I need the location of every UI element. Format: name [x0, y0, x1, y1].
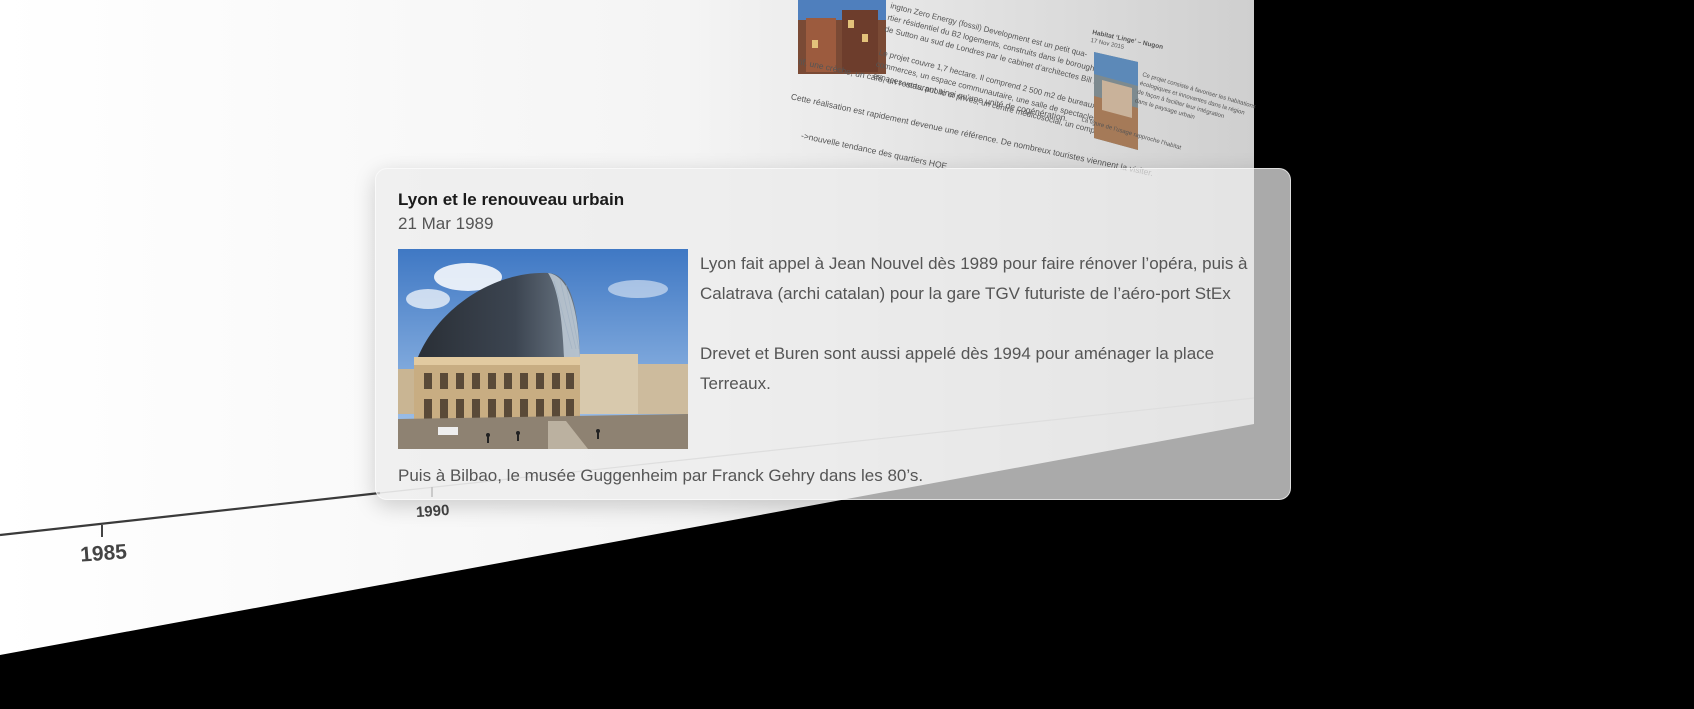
event-paragraph-1: Lyon fait appel à Jean Nouvel dès 1989 p… [700, 254, 1248, 303]
event-card[interactable]: Lyon et le renouveau urbain 21 Mar 1989 [375, 168, 1291, 500]
event-body: Lyon fait appel à Jean Nouvel dès 1989 p… [398, 249, 1268, 449]
event-title: Lyon et le renouveau urbain [398, 190, 625, 209]
event-description: Lyon fait appel à Jean Nouvel dès 1989 p… [700, 249, 1260, 449]
event-footer-text: Puis à Bilbao, le musée Guggenheim par F… [398, 466, 924, 485]
year-label-1985: 1985 [79, 540, 128, 566]
event-date: 21 Mar 1989 [398, 214, 494, 233]
year-label-1990: 1990 [415, 502, 449, 521]
opera-lyon-photo [398, 249, 688, 449]
event-paragraph-2: Drevet et Buren sont aussi appelé dès 19… [700, 344, 1215, 393]
timeline-viewport[interactable]: 1985 1990 ington Zero Energy (fossil) De… [0, 0, 1694, 709]
